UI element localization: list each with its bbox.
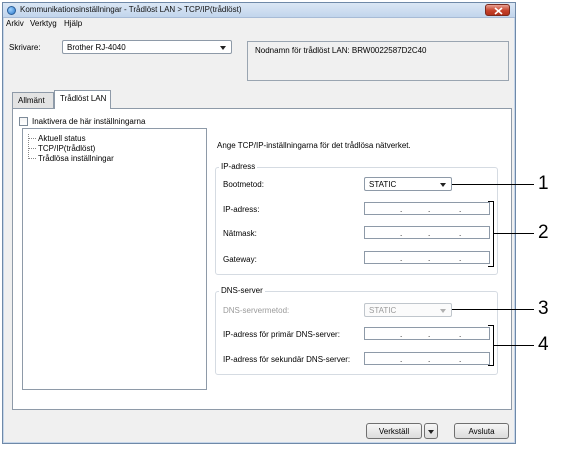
tab-label: Trådlöst LAN <box>60 94 107 103</box>
tab-label: Allmänt <box>18 96 45 105</box>
close-button[interactable] <box>485 4 510 16</box>
boot-method-label: Bootmetod: <box>223 180 264 189</box>
ip-separator: . <box>428 330 431 339</box>
apply-button-label: Verkställ <box>378 427 410 436</box>
exit-button-label: Avsluta <box>468 427 495 436</box>
primary-dns-label: IP-adress för primär DNS-server: <box>223 330 340 339</box>
tree-connector <box>28 138 36 139</box>
ip-group-legend: IP-adress <box>219 162 258 171</box>
ip-separator: . <box>428 205 431 214</box>
tree-connector <box>28 148 36 149</box>
ip-separator: . <box>428 254 431 263</box>
tree-item-tcpip[interactable]: TCP/IP(trådlöst) <box>38 144 95 153</box>
netmask-field[interactable]: . . . <box>364 226 490 239</box>
callout-bracket-2 <box>493 201 494 267</box>
menu-bar: Arkiv Verktyg Hjälp <box>3 19 515 30</box>
tree-item-aktuell-status[interactable]: Aktuell status <box>38 134 86 143</box>
ip-address-label: IP-adress: <box>223 205 260 214</box>
callout-3: 3 <box>538 298 549 319</box>
window-title: Kommunikationsinställningar - Trådlöst L… <box>20 5 242 14</box>
menu-arkiv[interactable]: Arkiv <box>6 19 24 28</box>
menu-hjalp[interactable]: Hjälp <box>64 19 82 28</box>
ip-separator: . <box>459 254 462 263</box>
secondary-dns-field[interactable]: . . . <box>364 352 490 365</box>
callout-1: 1 <box>538 173 549 194</box>
tab-allmant[interactable]: Allmänt <box>12 92 54 108</box>
dns-group-legend: DNS-server <box>219 286 265 295</box>
primary-dns-field[interactable]: . . . <box>364 327 490 340</box>
close-icon <box>494 7 503 15</box>
callout-line-4 <box>493 345 534 346</box>
dns-method-label: DNS-servermetod: <box>223 306 290 315</box>
callout-bracket-2 <box>488 266 494 267</box>
chevron-down-icon <box>428 430 434 434</box>
node-name-box: Nodnamn för trådlöst LAN: BRW0022587D2C4… <box>247 41 509 81</box>
tree-connector <box>28 158 36 159</box>
ip-address-field[interactable]: . . . <box>364 202 490 215</box>
chevron-down-icon <box>440 183 446 187</box>
printer-select-value: Brother RJ-4040 <box>67 43 126 52</box>
netmask-label: Nätmask: <box>223 229 257 238</box>
callout-line-3 <box>452 309 534 310</box>
ip-separator: . <box>400 205 403 214</box>
dns-method-value: STATIC <box>369 306 397 315</box>
ip-separator: . <box>400 254 403 263</box>
gateway-field[interactable]: . . . <box>364 251 490 264</box>
apply-dropdown-button[interactable] <box>424 423 438 439</box>
ip-separator: . <box>400 355 403 364</box>
callout-2: 2 <box>538 222 549 243</box>
chevron-down-icon <box>220 46 226 50</box>
printer-label: Skrivare: <box>9 43 41 52</box>
secondary-dns-label: IP-adress för sekundär DNS-server: <box>223 355 351 364</box>
disable-settings-label: Inaktivera de här inställningarna <box>32 117 146 126</box>
node-name-text: Nodnamn för trådlöst LAN: BRW0022587D2C4… <box>255 46 427 55</box>
callout-line-1 <box>452 184 534 185</box>
dns-method-select[interactable]: STATIC <box>364 303 452 317</box>
callout-4: 4 <box>538 334 549 355</box>
ip-separator: . <box>428 229 431 238</box>
printer-select[interactable]: Brother RJ-4040 <box>62 40 232 54</box>
exit-button[interactable]: Avsluta <box>454 423 509 439</box>
ip-separator: . <box>428 355 431 364</box>
disable-settings-checkbox[interactable] <box>19 117 28 126</box>
tab-tradlost-lan[interactable]: Trådlöst LAN <box>54 90 111 109</box>
menu-verktyg[interactable]: Verktyg <box>30 19 57 28</box>
callout-line-2 <box>493 233 534 234</box>
ip-separator: . <box>459 229 462 238</box>
ip-separator: . <box>459 205 462 214</box>
chevron-down-icon <box>440 309 446 313</box>
title-bar: Kommunikationsinställningar - Trådlöst L… <box>3 3 515 18</box>
tree-item-tradlosa-installningar[interactable]: Trådlösa inställningar <box>38 154 114 163</box>
ip-separator: . <box>400 229 403 238</box>
apply-button[interactable]: Verkställ <box>366 423 422 439</box>
boot-method-select[interactable]: STATIC <box>364 177 452 191</box>
app-icon <box>7 6 16 15</box>
ip-separator: . <box>459 330 462 339</box>
callout-bracket-4 <box>488 365 494 366</box>
settings-tree: Aktuell status TCP/IP(trådlöst) Trådlösa… <box>22 128 207 390</box>
boot-method-value: STATIC <box>369 180 397 189</box>
ip-separator: . <box>459 355 462 364</box>
ip-separator: . <box>400 330 403 339</box>
panel-description: Ange TCP/IP-inställningarna för det tråd… <box>217 141 411 150</box>
gateway-label: Gateway: <box>223 255 257 264</box>
